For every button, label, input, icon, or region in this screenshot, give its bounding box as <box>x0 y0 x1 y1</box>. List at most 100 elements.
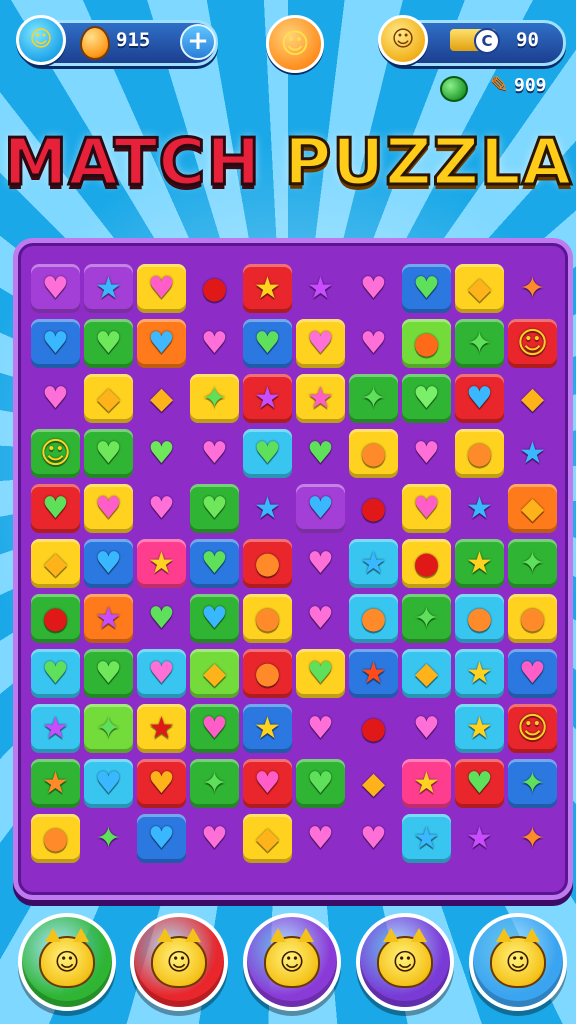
board-cell[interactable]: ● <box>347 591 400 646</box>
board-cell[interactable]: ♥ <box>506 646 559 701</box>
board-cell[interactable]: ◆ <box>400 646 453 701</box>
board-cell[interactable]: ♥ <box>188 426 241 481</box>
board-cell[interactable]: ♥ <box>29 646 82 701</box>
board-cell[interactable]: ♥ <box>29 316 82 371</box>
board-cell[interactable]: ♥ <box>294 426 347 481</box>
board-cell[interactable]: ★ <box>400 756 453 811</box>
board-cell[interactable]: ♥ <box>294 536 347 591</box>
board-cell[interactable]: ♥ <box>241 756 294 811</box>
board-cell[interactable]: ★ <box>453 701 506 756</box>
center-character-badge[interactable]: ☺ <box>266 15 324 73</box>
board-cell[interactable]: ♥ <box>135 591 188 646</box>
board-cell[interactable]: ♥ <box>29 261 82 316</box>
board-cell[interactable]: ✦ <box>506 811 559 866</box>
board-cell[interactable]: ♥ <box>400 426 453 481</box>
board-cell[interactable]: ♥ <box>188 701 241 756</box>
board-cell[interactable]: ◆ <box>82 371 135 426</box>
board-cell[interactable]: ♥ <box>188 811 241 866</box>
purple-cat-button[interactable]: ☺ <box>243 913 341 1011</box>
violet-cat-button[interactable]: ☺ <box>356 913 454 1011</box>
board-cell[interactable]: ◆ <box>347 756 400 811</box>
board-cell[interactable]: ☺ <box>506 701 559 756</box>
board-cell[interactable]: ♥ <box>347 316 400 371</box>
board-cell[interactable]: ● <box>241 591 294 646</box>
board-cell[interactable]: ♥ <box>241 426 294 481</box>
board-cell[interactable]: ♥ <box>82 481 135 536</box>
board-cell[interactable]: ☺ <box>29 426 82 481</box>
board-cell[interactable]: ★ <box>135 536 188 591</box>
board-cell[interactable]: ◆ <box>29 536 82 591</box>
board-cell[interactable]: ♥ <box>82 316 135 371</box>
board-cell[interactable]: ● <box>400 536 453 591</box>
board-cell[interactable]: ★ <box>241 481 294 536</box>
board-cell[interactable]: ★ <box>453 811 506 866</box>
add-coins-button[interactable]: + <box>180 24 216 60</box>
board-cell[interactable]: ● <box>241 646 294 701</box>
board-cell[interactable]: ● <box>400 316 453 371</box>
board-cell[interactable]: ★ <box>453 536 506 591</box>
board-cell[interactable]: ★ <box>29 756 82 811</box>
board-cell[interactable]: ● <box>506 591 559 646</box>
board-cell[interactable]: ♥ <box>82 426 135 481</box>
board-cell[interactable]: ● <box>347 481 400 536</box>
board-cell[interactable]: ♥ <box>82 646 135 701</box>
board-cell[interactable]: ● <box>453 591 506 646</box>
board-cell[interactable]: ● <box>347 426 400 481</box>
board-cell[interactable]: ★ <box>82 261 135 316</box>
board-cell[interactable]: ✦ <box>453 316 506 371</box>
board-cell[interactable]: ★ <box>294 261 347 316</box>
player-avatar[interactable]: ☺ <box>16 15 66 65</box>
board-cell[interactable]: ● <box>29 811 82 866</box>
board-cell[interactable]: ♥ <box>188 481 241 536</box>
board-cell[interactable]: ♥ <box>135 261 188 316</box>
board-cell[interactable]: ♥ <box>135 426 188 481</box>
board-cell[interactable]: ✦ <box>82 701 135 756</box>
board-cell[interactable]: ♥ <box>400 481 453 536</box>
board-cell[interactable]: ♥ <box>453 756 506 811</box>
board-cell[interactable]: ✦ <box>506 536 559 591</box>
board-cell[interactable]: ◆ <box>453 261 506 316</box>
board-cell[interactable]: ♥ <box>294 316 347 371</box>
board-cell[interactable]: ♥ <box>400 701 453 756</box>
board-cell[interactable]: ♥ <box>188 591 241 646</box>
board-cell[interactable]: ♥ <box>241 316 294 371</box>
board-cell[interactable]: ★ <box>347 536 400 591</box>
board-cell[interactable]: ★ <box>400 811 453 866</box>
board-cell[interactable]: ♥ <box>135 481 188 536</box>
green-cat-button[interactable]: ☺ <box>18 913 116 1011</box>
board-cell[interactable]: ★ <box>241 261 294 316</box>
board-cell[interactable]: ♥ <box>294 481 347 536</box>
board-cell[interactable]: ★ <box>241 701 294 756</box>
red-cat-button[interactable]: ☺ <box>130 913 228 1011</box>
board-cell[interactable]: ◆ <box>188 646 241 701</box>
board-cell[interactable]: ● <box>241 536 294 591</box>
board-cell[interactable]: ★ <box>506 426 559 481</box>
board-cell[interactable]: ● <box>347 701 400 756</box>
board-cell[interactable]: ◆ <box>506 371 559 426</box>
board-cell[interactable]: ♥ <box>29 371 82 426</box>
profile-avatar[interactable]: ☺ <box>378 15 428 65</box>
board-cell[interactable]: ★ <box>82 591 135 646</box>
board-cell[interactable]: ♥ <box>82 536 135 591</box>
board-cell[interactable]: ● <box>188 261 241 316</box>
board-cell[interactable]: ★ <box>347 646 400 701</box>
board-cell[interactable]: ✦ <box>82 811 135 866</box>
board-cell[interactable]: ♥ <box>135 811 188 866</box>
board-cell[interactable]: ♥ <box>294 701 347 756</box>
board-cell[interactable]: ★ <box>453 646 506 701</box>
board-cell[interactable]: ✦ <box>506 261 559 316</box>
board-cell[interactable]: ★ <box>241 371 294 426</box>
board-cell[interactable]: ★ <box>135 701 188 756</box>
board-cell[interactable]: ★ <box>294 371 347 426</box>
board-cell[interactable]: ☺ <box>506 316 559 371</box>
board-cell[interactable]: ◆ <box>135 371 188 426</box>
board-cell[interactable]: ✦ <box>188 371 241 426</box>
board-cell[interactable]: ♥ <box>294 591 347 646</box>
board-cell[interactable]: ♥ <box>29 481 82 536</box>
blue-cat-button[interactable]: ☺ <box>469 913 567 1011</box>
board-cell[interactable]: ♥ <box>294 756 347 811</box>
board-cell[interactable]: ♥ <box>453 371 506 426</box>
board-cell[interactable]: ✦ <box>188 756 241 811</box>
board-cell[interactable]: ♥ <box>82 756 135 811</box>
board-cell[interactable]: ◆ <box>241 811 294 866</box>
